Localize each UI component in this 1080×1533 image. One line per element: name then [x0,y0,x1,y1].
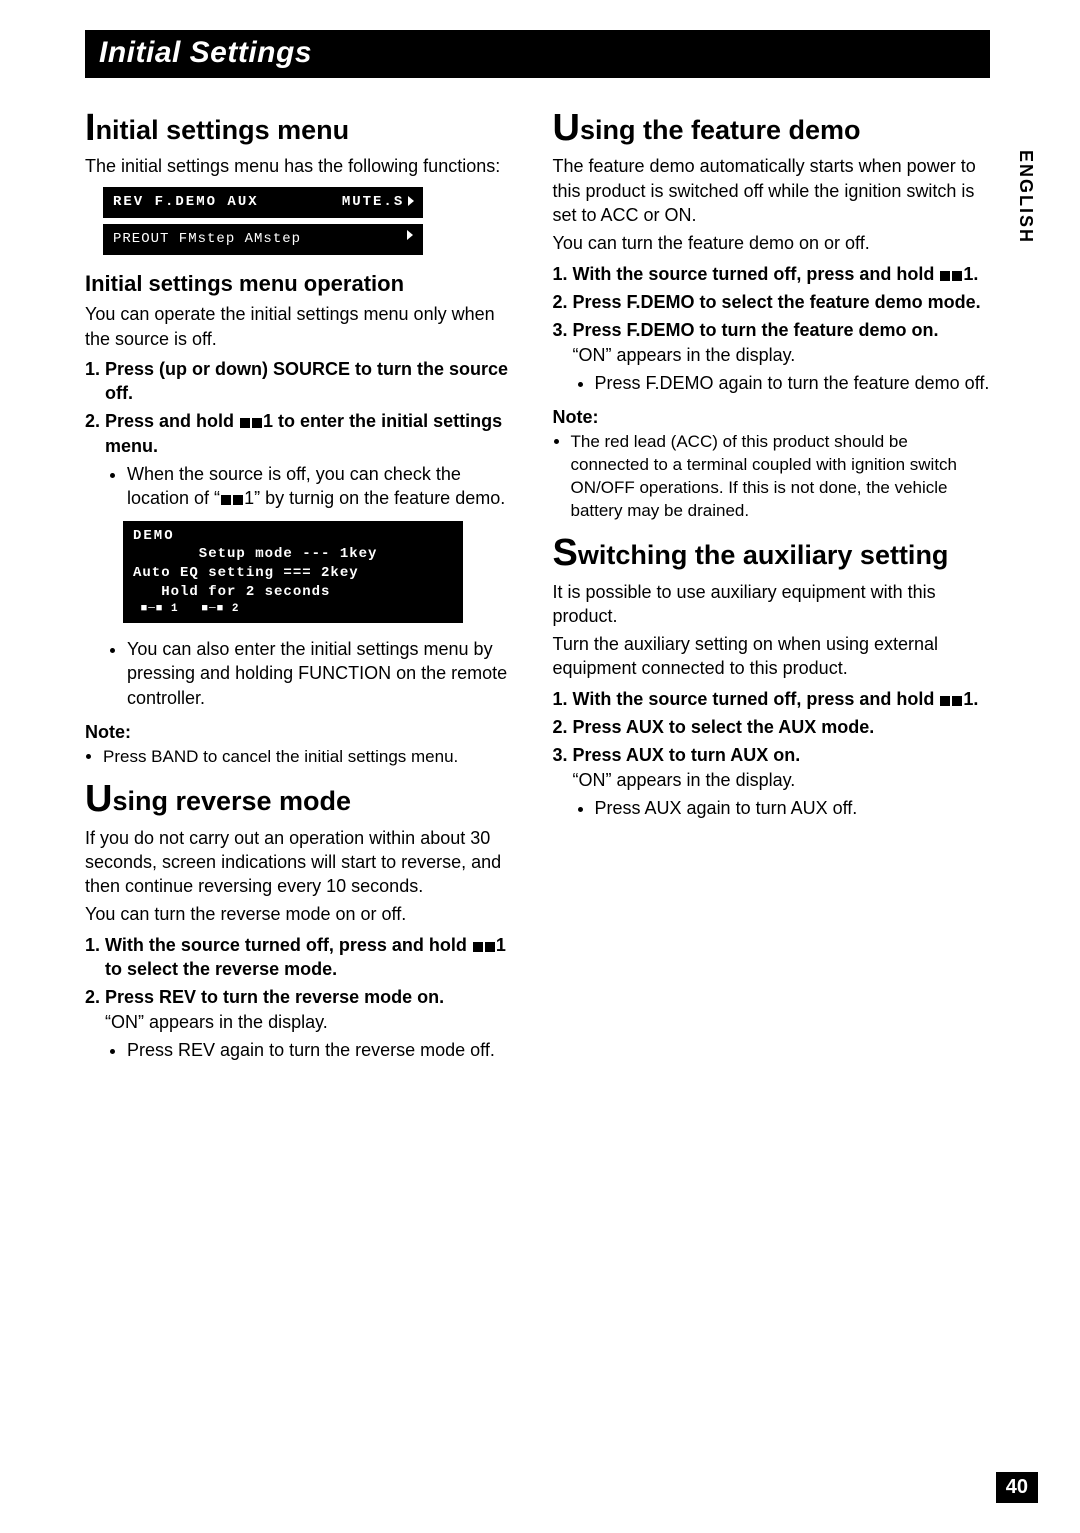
step-result: “ON” appears in the display. [105,1010,523,1034]
heading-text: sing reverse mode [112,786,351,816]
section-reverse-mode: Using reverse mode [85,783,523,819]
stop-icon [952,696,962,706]
steps-list: With the source turned off, press and ho… [553,687,991,820]
lcd-row: ■─■ 1 ■─■ 2 [133,602,453,617]
section-initial-settings-menu: Initial settings menu [85,112,523,148]
step-item: Press F.DEMO to select the feature demo … [573,290,991,314]
step-text: Press (up or down) SOURCE to turn the so… [105,359,508,403]
sub-bullets: Press F.DEMO again to turn the feature d… [573,371,991,395]
note-item: Press BAND to cancel the initial setting… [103,746,523,769]
sub-bullet: Press REV again to turn the reverse mode… [127,1038,523,1062]
step-result: “ON” appears in the display. [573,343,991,367]
body-text: You can turn the feature demo on or off. [553,231,991,255]
lcd-title: DEMO [133,527,453,546]
note-list: Press BAND to cancel the initial setting… [85,746,523,769]
sub-bullet: Press AUX again to turn AUX off. [595,796,991,820]
stop-icon [233,495,243,505]
dropcap: I [85,107,96,149]
stop-icon [221,495,231,505]
body-text: You can operate the initial settings men… [85,302,523,351]
section-aux-setting: Switching the auxiliary setting [553,537,991,573]
step-text: Press and hold [105,411,239,431]
section-feature-demo: Using the feature demo [553,112,991,148]
step-text: With the source turned off, press and ho… [573,264,940,284]
stop-icon [473,942,483,952]
lcd-screenshot-demo: DEMO Setup mode --- 1key Auto EQ setting… [123,521,463,623]
step-text: 1. [963,264,978,284]
step-item: With the source turned off, press and ho… [105,933,523,982]
lcd-screenshot-menu: REV F.DEMO AUX MUTE.S PREOUT FMstep AMst… [103,187,423,255]
heading-text: nitial settings menu [96,115,350,145]
triangle-icon [408,196,414,206]
lcd-row: Hold for 2 seconds [133,583,453,602]
step-text: Press AUX to turn AUX on. [573,745,801,765]
body-text: Turn the auxiliary setting on when using… [553,632,991,681]
stop-icon [940,696,950,706]
sub-bullets: Press AUX again to turn AUX off. [573,796,991,820]
body-text: It is possible to use auxiliary equipmen… [553,580,991,629]
steps-list: With the source turned off, press and ho… [553,262,991,395]
lcd-row: Setup mode --- 1key [133,545,453,564]
stop-icon [952,271,962,281]
intro-text: The initial settings menu has the follow… [85,154,523,178]
content-columns: Initial settings menu The initial settin… [85,98,990,1072]
dropcap: U [85,778,112,820]
stop-icon [940,271,950,281]
step-item: With the source turned off, press and ho… [573,262,991,286]
sub-bullets: Press REV again to turn the reverse mode… [105,1038,523,1062]
page-number: 40 [996,1472,1038,1503]
step-item: With the source turned off, press and ho… [573,687,991,711]
left-column: Initial settings menu The initial settin… [85,98,523,1072]
step-item: Press and hold 1 to enter the initial se… [105,409,523,709]
body-text: You can turn the reverse mode on or off. [85,902,523,926]
dropcap: U [553,107,580,149]
page-title-bar: Initial Settings [85,30,990,78]
language-tab: ENGLISH [1015,150,1036,244]
step-item: Press REV to turn the reverse mode on. “… [105,985,523,1062]
step-text: Press F.DEMO to turn the feature demo on… [573,320,939,340]
lcd-row: PREOUT FMstep AMstep [113,231,301,247]
manual-page: Initial Settings ENGLISH Initial setting… [0,0,1080,1533]
note-list: The red lead (ACC) of this product shoul… [553,431,991,523]
right-column: Using the feature demo The feature demo … [553,98,991,1072]
sub-bullet: When the source is off, you can check th… [127,462,523,511]
page-title: Initial Settings [99,36,312,69]
subheading-operation: Initial settings menu operation [85,269,523,299]
step-item: Press AUX to turn AUX on. “ON” appears i… [573,743,991,820]
step-item: Press F.DEMO to turn the feature demo on… [573,318,991,395]
note-label: Note: [85,720,523,744]
lcd-row: REV F.DEMO AUX MUTE.S [113,194,404,210]
sub-bullets: You can also enter the initial settings … [105,637,523,710]
note-label: Note: [553,405,991,429]
body-text: If you do not carry out an operation wit… [85,826,523,899]
stop-icon [485,942,495,952]
lcd-row: Auto EQ setting === 2key [133,564,453,583]
sub-bullets: When the source is off, you can check th… [105,462,523,511]
sub-bullet: Press F.DEMO again to turn the feature d… [595,371,991,395]
step-result: “ON” appears in the display. [573,768,991,792]
steps-list: With the source turned off, press and ho… [85,933,523,1062]
note-item: The red lead (ACC) of this product shoul… [571,431,991,523]
step-item: Press (up or down) SOURCE to turn the so… [105,357,523,406]
step-item: Press AUX to select the AUX mode. [573,715,991,739]
bullet-text: 1” by turnig on the feature demo. [244,488,505,508]
sub-bullet: You can also enter the initial settings … [127,637,523,710]
stop-icon [240,418,250,428]
steps-list: Press (up or down) SOURCE to turn the so… [85,357,523,710]
stop-icon [252,418,262,428]
heading-text: witching the auxiliary setting [578,540,949,570]
triangle-icon [407,230,413,240]
step-text: 1. [963,689,978,709]
step-text: With the source turned off, press and ho… [573,689,940,709]
lcd-separator [103,218,423,224]
body-text: The feature demo automatically starts wh… [553,154,991,227]
heading-text: sing the feature demo [580,115,861,145]
step-text: Press REV to turn the reverse mode on. [105,987,444,1007]
dropcap: S [553,532,578,574]
step-text: With the source turned off, press and ho… [105,935,472,955]
